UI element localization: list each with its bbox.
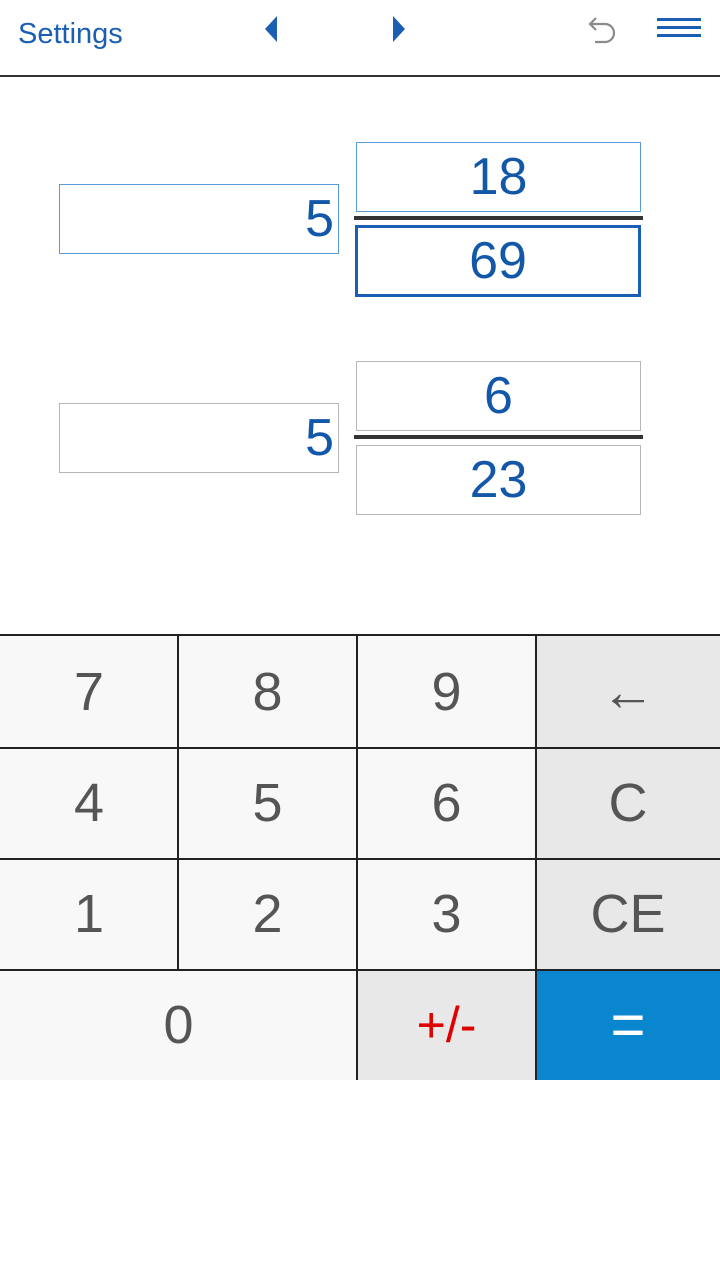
key-1[interactable]: 1: [0, 858, 178, 969]
keypad-divider: [535, 636, 537, 1080]
backspace-button[interactable]: ←: [536, 636, 720, 747]
key-8[interactable]: 8: [178, 636, 357, 747]
keypad: 7 8 9 ← 4 5 6 C 1 2 3 CE 0 +/- =: [0, 634, 720, 1082]
keypad-divider: [0, 969, 720, 971]
keypad-divider: [177, 636, 179, 969]
menu-icon[interactable]: [655, 16, 703, 42]
caret-right-icon[interactable]: [388, 14, 408, 44]
top-toolbar: Settings: [0, 0, 720, 77]
settings-button[interactable]: Settings: [18, 14, 123, 54]
fraction1-denominator-field[interactable]: 69: [355, 225, 641, 297]
key-4[interactable]: 4: [0, 747, 178, 858]
key-3[interactable]: 3: [357, 858, 536, 969]
keypad-divider: [0, 858, 720, 860]
key-5[interactable]: 5: [178, 747, 357, 858]
clear-entry-button[interactable]: CE: [536, 858, 720, 969]
equals-button[interactable]: =: [536, 969, 720, 1080]
fraction2-numerator-field[interactable]: 6: [356, 361, 641, 431]
caret-left-icon[interactable]: [262, 14, 282, 44]
key-6[interactable]: 6: [357, 747, 536, 858]
fraction1-numerator-field[interactable]: 18: [356, 142, 641, 212]
sign-toggle-button[interactable]: +/-: [357, 969, 536, 1080]
undo-icon[interactable]: [583, 12, 619, 48]
key-0[interactable]: 0: [0, 969, 357, 1080]
fraction1-whole-field[interactable]: 5: [59, 184, 339, 254]
key-9[interactable]: 9: [357, 636, 536, 747]
key-2[interactable]: 2: [178, 858, 357, 969]
keypad-divider: [0, 747, 720, 749]
fraction2-bar: [354, 435, 643, 439]
keypad-divider: [356, 636, 358, 1080]
fraction-calculator-app: Settings 5 18 69 5 6 23 7 8 9 ← 4 5 6 C …: [0, 0, 720, 1280]
fraction1-bar: [354, 216, 643, 220]
clear-button[interactable]: C: [536, 747, 720, 858]
key-7[interactable]: 7: [0, 636, 178, 747]
fraction2-whole-field[interactable]: 5: [59, 403, 339, 473]
fraction2-denominator-field[interactable]: 23: [356, 445, 641, 515]
